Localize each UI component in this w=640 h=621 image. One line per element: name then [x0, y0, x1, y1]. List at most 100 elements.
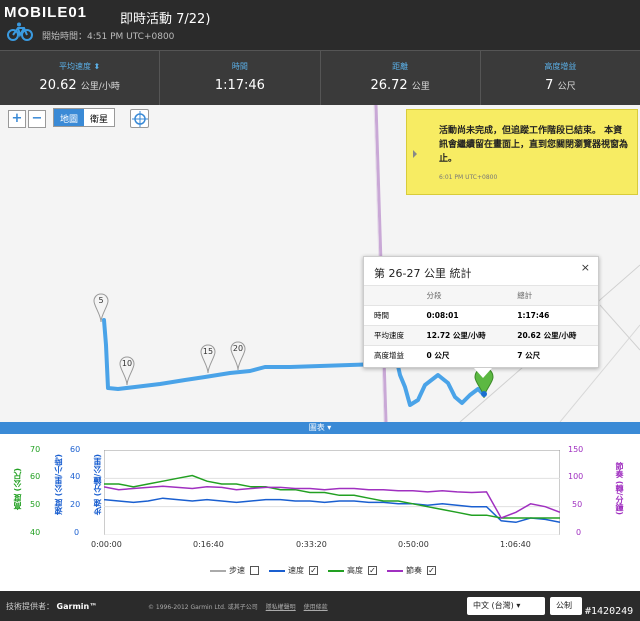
total-value: 20.62 公里/小時: [507, 325, 598, 346]
legend-item-speed[interactable]: 速度 ✓: [269, 565, 318, 576]
privacy-link[interactable]: 隱私權聲明: [266, 604, 296, 611]
tick-label: 100: [568, 472, 584, 481]
satellite-view-button[interactable]: 衛星: [84, 109, 114, 126]
stat-unit: 公里/小時: [80, 82, 120, 92]
image-id-watermark: #1420249: [585, 606, 634, 617]
tick-label: 70: [30, 445, 41, 454]
table-header-row: 分段 總計: [364, 285, 598, 306]
x-tick-label: 0:16:40: [193, 540, 224, 549]
tick-label: 20: [70, 500, 81, 509]
stat-unit: 公尺: [557, 82, 576, 92]
close-icon[interactable]: ×: [581, 261, 590, 274]
legend-checkbox[interactable]: ✓: [309, 566, 318, 575]
units-select[interactable]: 公制: [550, 597, 582, 615]
bicycle-icon: [7, 22, 33, 41]
notice-arrow-icon: [413, 150, 417, 158]
table-header: 分段: [416, 285, 508, 306]
route-marker-15[interactable]: 15: [200, 344, 216, 378]
stat-label: 平均速度 ⬍: [59, 62, 101, 71]
row-label: 平均速度: [364, 325, 417, 346]
tick-label: 0: [74, 528, 80, 537]
road-line: [599, 304, 640, 351]
provided-by-label: 技術提供者：: [6, 602, 54, 611]
map-type-toggle: 地圖 衛星: [53, 108, 116, 127]
stat-value: 1:17:46: [214, 78, 265, 93]
stat-value: 7: [545, 78, 554, 93]
stat-value: 26.72: [370, 78, 408, 93]
zoom-in-button[interactable]: +: [8, 110, 26, 128]
chevron-down-icon: ▾: [516, 601, 521, 610]
legend-label: 步速: [229, 566, 245, 575]
marker-label: 5: [98, 296, 104, 305]
chart-plot-area[interactable]: [104, 450, 560, 535]
legend-swatch: [387, 569, 403, 572]
table-header: 總計: [507, 285, 598, 306]
route-marker-20[interactable]: 20: [230, 341, 246, 375]
stats-bar: 平均速度 ⬍ 20.62 公里/小時 時間 1:17:46 距離 26.72 公…: [0, 50, 640, 105]
legend-checkbox[interactable]: ✓: [368, 566, 377, 575]
tick-label: 60: [70, 445, 81, 454]
activity-chart: 70 60 50 40 60 40 20 0 高度 (公尺) 速度 (公里/小時…: [0, 434, 640, 591]
notice-text: 活動尚未完成，但追蹤工作階段已結束。 本資訊會繼續留在畫面上，直到您關閉瀏覽器視…: [439, 126, 629, 164]
tick-label: 40: [70, 472, 81, 481]
site-logo[interactable]: MOBILE01: [4, 4, 87, 21]
total-value: 1:17:46: [507, 305, 598, 326]
x-tick-label: 0:00:00: [91, 540, 122, 549]
tick-label: 50: [572, 500, 583, 509]
legend-item-elevation[interactable]: 高度 ✓: [328, 565, 377, 576]
marker-label: 20: [232, 344, 244, 353]
popup-tail: [474, 368, 492, 378]
tick-label: 40: [30, 528, 41, 537]
total-value: 7 公尺: [507, 345, 598, 366]
stat-unit: 公里: [411, 82, 430, 92]
axis-title-elevation: 高度 (公尺): [13, 468, 22, 511]
route-marker-10[interactable]: 10: [119, 356, 135, 390]
chart-legend: 步速 速度 ✓ 高度 ✓ 節奏 ✓: [210, 565, 446, 576]
segment-value: 0:08:01: [416, 305, 508, 326]
tick-label: 150: [568, 445, 584, 454]
zoom-out-button[interactable]: −: [28, 110, 46, 128]
chart-toggle-bar[interactable]: 圖表 ▾: [0, 422, 640, 434]
stat-label: 時間: [231, 62, 248, 71]
map-view[interactable]: + − 地圖 衛星 5 10 15 20 活動尚未完成，但追蹤工作階段已結束。 …: [0, 105, 640, 422]
legend-label: 速度: [288, 566, 304, 575]
axis-title-pace: 步速 (分鐘/公里): [93, 454, 102, 516]
table-row: 時間 0:08:01 1:17:46: [364, 305, 598, 326]
units-value: 公制: [556, 601, 572, 610]
table-header: [364, 285, 417, 306]
legend-swatch: [210, 569, 226, 572]
tick-label: 60: [30, 472, 41, 481]
stat-elevation-gain: 高度增益 7 公尺: [481, 51, 640, 105]
start-time: 開始時間：4:51 PM UTC+0800: [42, 32, 175, 42]
segment-value: 0 公尺: [416, 345, 508, 366]
plot-frame: [104, 450, 560, 535]
terms-link[interactable]: 使用條款: [304, 604, 328, 611]
locate-icon[interactable]: [130, 109, 149, 128]
row-label: 時間: [364, 305, 417, 326]
legend-item-pace[interactable]: 步速: [210, 565, 259, 576]
activity-title: 即時活動 7/22): [120, 12, 211, 27]
language-select[interactable]: 中文 (台灣) ▾: [467, 597, 545, 615]
tick-label: 0: [576, 528, 582, 537]
row-label: 高度增益: [364, 345, 417, 366]
popup-title: 第 26-27 公里 統計: [374, 267, 472, 280]
legend-checkbox[interactable]: ✓: [427, 566, 436, 575]
stat-label: 高度增益: [544, 62, 577, 71]
legend-item-cadence[interactable]: 節奏 ✓: [387, 565, 436, 576]
legend-checkbox[interactable]: [250, 566, 259, 575]
map-view-button[interactable]: 地圖: [54, 109, 85, 126]
legend-swatch: [269, 569, 285, 572]
notice-time: 6:01 PM UTC+0800: [439, 174, 498, 181]
segment-value: 12.72 公里/小時: [416, 325, 508, 346]
stat-avg-speed[interactable]: 平均速度 ⬍ 20.62 公里/小時: [0, 51, 161, 105]
marker-label: 15: [202, 347, 214, 356]
header: MOBILE01 即時活動 7/22) 開始時間：4:51 PM UTC+080…: [0, 0, 640, 50]
stat-label: 距離: [392, 62, 409, 71]
stat-time: 時間 1:17:46: [160, 51, 321, 105]
route-marker-5[interactable]: 5: [93, 293, 109, 327]
tick-label: 50: [30, 500, 41, 509]
stat-value: 20.62: [39, 78, 77, 93]
x-tick-label: 1:06:40: [500, 540, 531, 549]
marker-label: 10: [121, 359, 133, 368]
x-tick-label: 0:50:00: [398, 540, 429, 549]
